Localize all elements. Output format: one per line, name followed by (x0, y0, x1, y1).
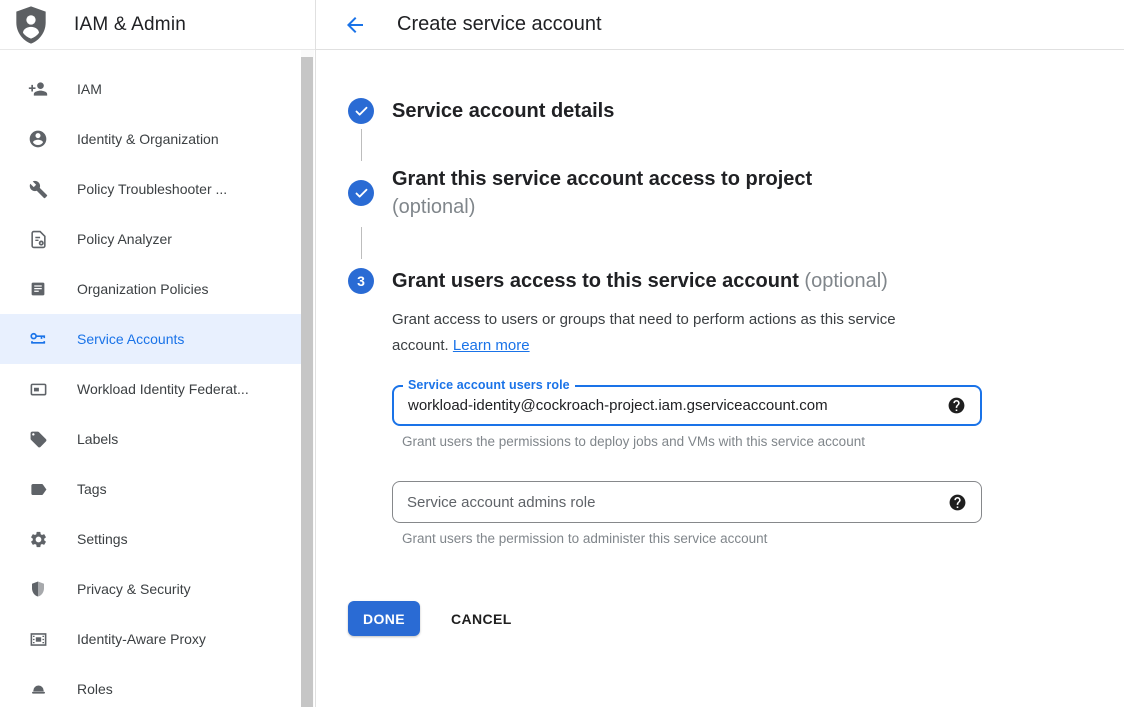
sidebar-item-label: IAM (77, 81, 102, 97)
document-gear-icon (28, 229, 48, 249)
admins-role-helper-text: Grant users the permission to administer… (402, 531, 1124, 547)
iam-admin-shield-logo-icon (15, 6, 47, 44)
label-arrow-icon (28, 479, 48, 499)
shield-icon (28, 579, 48, 599)
sidebar-item-label: Identity-Aware Proxy (77, 631, 206, 647)
sidebar-item-label: Organization Policies (77, 281, 209, 297)
form-actions: DONE CANCEL (348, 601, 1124, 636)
step-connector (361, 129, 363, 161)
main-panel: Create service account Service account d… (316, 0, 1124, 707)
sidebar-item-label: Roles (77, 681, 113, 697)
sidebar-item-label: Identity & Organization (77, 131, 219, 147)
sidebar-item-label: Privacy & Security (77, 581, 191, 597)
hat-icon (28, 679, 48, 699)
admins-role-help-icon[interactable] (948, 493, 967, 512)
service-account-admins-role-field (392, 481, 982, 523)
sidebar-header: IAM & Admin (0, 0, 315, 50)
sidebar-item-policy-analyzer[interactable]: Policy Analyzer (0, 214, 303, 264)
step-2-complete-check-icon (348, 180, 374, 206)
gear-icon (28, 529, 48, 549)
sidebar-item-label: Labels (77, 431, 118, 447)
learn-more-link[interactable]: Learn more (453, 337, 530, 354)
sidebar-item-label: Workload Identity Federat... (77, 381, 249, 397)
service-account-key-icon (28, 329, 48, 349)
sidebar-item-labels[interactable]: Labels (0, 414, 303, 464)
step-3-number-badge: 3 (348, 268, 374, 294)
create-service-account-form: Service account details Grant this servi… (348, 97, 1124, 636)
filmstrip-icon (28, 629, 48, 649)
users-role-helper-text: Grant users the permissions to deploy jo… (402, 434, 1124, 450)
service-account-users-role-field: Service account users role (392, 385, 982, 426)
users-role-floating-label: Service account users role (403, 378, 575, 392)
step-1-complete-check-icon (348, 98, 374, 124)
back-arrow-icon[interactable] (343, 13, 367, 37)
sidebar-scrollbar (301, 50, 314, 707)
admins-role-input[interactable] (407, 494, 938, 511)
step-connector (361, 227, 363, 259)
sidebar-item-privacy-security[interactable]: Privacy & Security (0, 564, 303, 614)
tag-icon (28, 429, 48, 449)
sidebar-item-label: Policy Troubleshooter ... (77, 181, 227, 197)
page-title: Create service account (397, 13, 602, 36)
admins-role-field-block: Grant users the permission to administer… (392, 481, 1124, 547)
person-add-icon (28, 79, 48, 99)
step-3-grant-users-access: 3 Grant users access to this service acc… (348, 267, 1124, 295)
step-2-optional-label: (optional) (392, 193, 812, 221)
step-1-service-account-details: Service account details (348, 97, 1124, 125)
sidebar-item-iam[interactable]: IAM (0, 64, 303, 114)
sidebar-item-service-accounts[interactable]: Service Accounts (0, 314, 303, 364)
sidebar-item-policy-troubleshooter[interactable]: Policy Troubleshooter ... (0, 164, 303, 214)
account-circle-icon (28, 129, 48, 149)
step-3-optional-label: (optional) (804, 270, 887, 292)
sidebar-item-identity-aware-proxy[interactable]: Identity-Aware Proxy (0, 614, 303, 664)
step-3-description: Grant access to users or groups that nee… (392, 307, 952, 359)
sidebar-item-workload-identity-federation[interactable]: Workload Identity Federat... (0, 364, 303, 414)
product-title: IAM & Admin (74, 14, 186, 36)
card-icon (28, 379, 48, 399)
sidebar-item-roles[interactable]: Roles (0, 664, 303, 707)
users-role-field-block: Service account users role Grant users t… (392, 385, 1124, 450)
sidebar-scrollbar-thumb[interactable] (301, 57, 313, 707)
users-role-input[interactable] (408, 397, 937, 414)
sidebar-item-tags[interactable]: Tags (0, 464, 303, 514)
article-icon (28, 279, 48, 299)
sidebar-item-label: Policy Analyzer (77, 231, 172, 247)
sidebar-item-label: Service Accounts (77, 331, 184, 347)
step-2-grant-access-to-project: Grant this service account access to pro… (348, 165, 1124, 221)
sidebar-item-label: Settings (77, 531, 128, 547)
wrench-icon (28, 179, 48, 199)
step-2-title: Grant this service account access to pro… (392, 165, 812, 221)
cancel-button[interactable]: CANCEL (451, 611, 512, 627)
sidebar: IAM & Admin IAM Identity & Organization (0, 0, 316, 707)
users-role-help-icon[interactable] (947, 396, 966, 415)
app-window: IAM & Admin IAM Identity & Organization (0, 0, 1124, 707)
sidebar-item-settings[interactable]: Settings (0, 514, 303, 564)
sidebar-item-identity-organization[interactable]: Identity & Organization (0, 114, 303, 164)
sidebar-item-label: Tags (77, 481, 107, 497)
step-1-title: Service account details (392, 97, 614, 125)
done-button[interactable]: DONE (348, 601, 420, 636)
sidebar-item-organization-policies[interactable]: Organization Policies (0, 264, 303, 314)
page-header: Create service account (316, 0, 1124, 50)
sidebar-nav: IAM Identity & Organization Policy Troub… (0, 50, 315, 707)
step-3-title: Grant users access to this service accou… (392, 267, 888, 295)
